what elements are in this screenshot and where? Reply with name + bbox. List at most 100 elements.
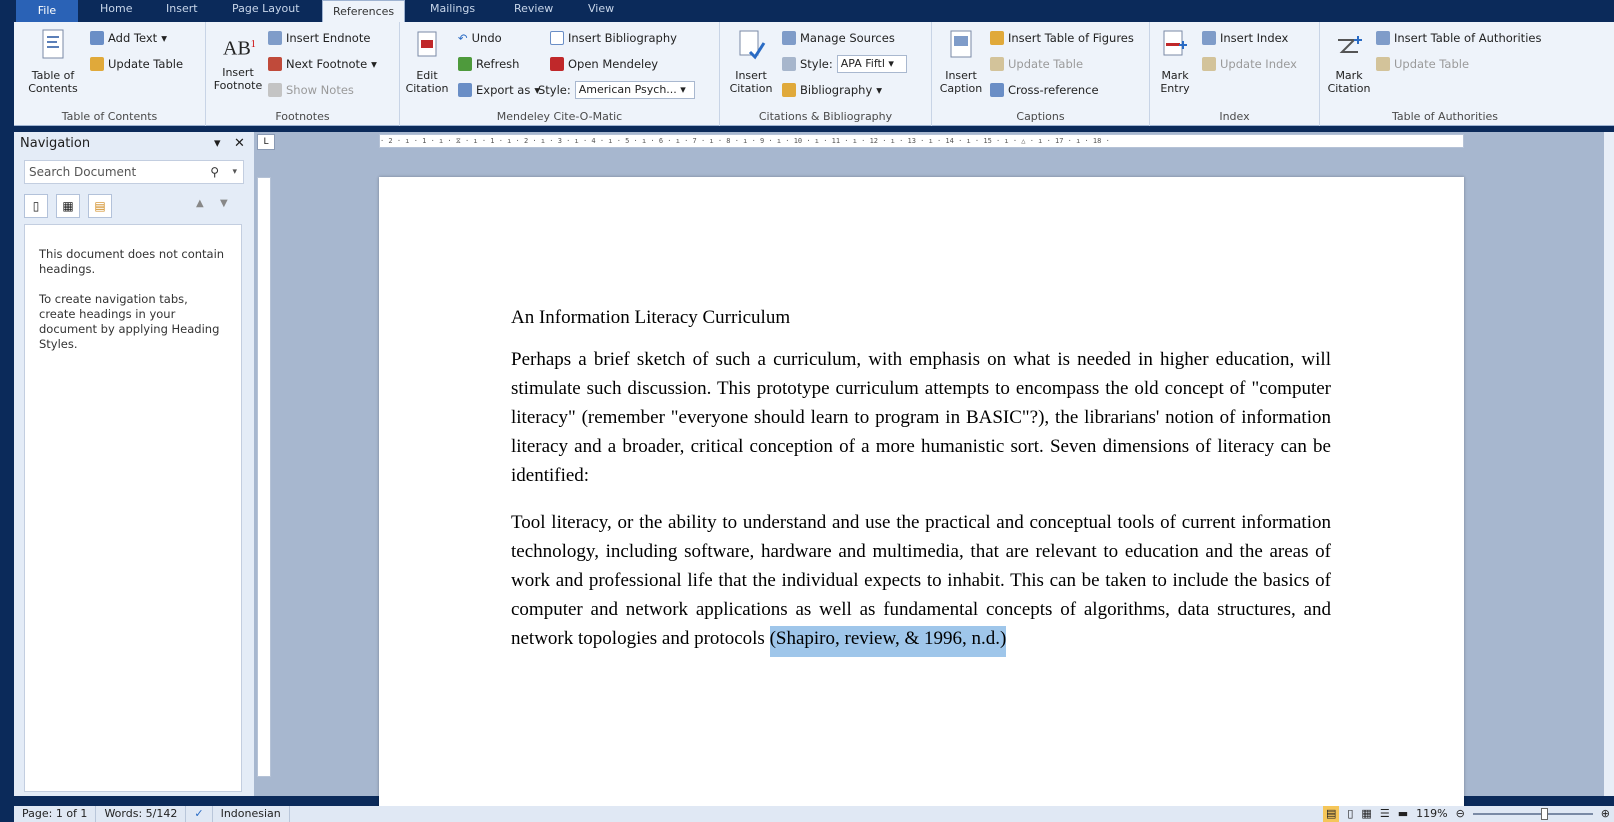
navigation-pane: Navigation ▾ ✕ Search Document ⚲ ▾ ▯ ▦ ▤… — [14, 132, 254, 796]
pane-menu-icon[interactable]: ▾ — [214, 132, 234, 156]
insert-caption-icon — [950, 30, 972, 58]
group-label: Mendeley Cite-O-Matic — [496, 110, 623, 123]
refresh-button[interactable]: Refresh — [458, 54, 519, 74]
update-captions-table-button[interactable]: Update Table — [990, 54, 1083, 74]
tab-view[interactable]: View — [578, 3, 624, 22]
document-workspace: L · 2 · ı · 1 · ı · ⧖ · ı · 1 · ı · 2 · … — [254, 132, 1614, 822]
browse-pages-tab[interactable]: ▦ — [56, 194, 80, 218]
mark-citation-button[interactable]: Mark Citation — [1322, 28, 1376, 95]
close-icon[interactable]: ✕ — [234, 132, 254, 156]
web-layout-view-icon[interactable]: ▦ — [1361, 806, 1371, 822]
previous-result-icon[interactable]: ▲ — [196, 198, 204, 209]
mendeley-style-dropdown[interactable]: American Psych... ▾ — [574, 81, 695, 99]
next-footnote-button[interactable]: Next Footnote ▾ — [268, 54, 377, 74]
mark-citation-icon — [1338, 36, 1362, 53]
citation-style-dropdown[interactable]: APA Fiftl ▾ — [836, 55, 907, 73]
document-page[interactable]: An Information Literacy Curriculum Perha… — [379, 177, 1464, 822]
cross-reference-button[interactable]: Cross-reference — [990, 80, 1099, 100]
vertical-ruler[interactable] — [257, 177, 271, 777]
group-label: Citations & Bibliography — [758, 110, 893, 123]
group-table-of-authorities: Mark Citation Insert Table of Authoritie… — [1320, 22, 1570, 126]
insert-table-of-figures-button[interactable]: Insert Table of Figures — [990, 28, 1134, 48]
style-icon — [782, 57, 796, 71]
print-layout-view-icon[interactable]: ▤ — [1322, 806, 1340, 822]
horizontal-ruler[interactable]: · 2 · ı · 1 · ı · ⧖ · ı · 1 · ı · 2 · ı … — [379, 134, 1464, 148]
export-as-button[interactable]: Export as ▾ — [458, 80, 540, 100]
zoom-slider[interactable] — [1472, 808, 1593, 820]
group-label: Table of Contents — [61, 110, 158, 123]
group-captions: Insert Caption Insert Table of Figures U… — [932, 22, 1150, 126]
show-notes-button[interactable]: Show Notes — [268, 80, 354, 100]
edit-citation-button[interactable]: Edit Citation — [404, 28, 450, 95]
edit-citation-icon — [417, 31, 437, 57]
table-of-contents-button[interactable]: Table of Contents — [18, 28, 88, 95]
document-body[interactable]: An Information Literacy Curriculum Perha… — [511, 307, 1331, 671]
citation-style-selector[interactable]: Style: APA Fiftl ▾ — [782, 54, 907, 74]
search-icon[interactable]: ⚲ — [210, 161, 219, 183]
selected-citation[interactable]: (Shapiro, review, & 1996, n.d.) — [769, 626, 1007, 657]
table-of-authorities-icon — [1376, 31, 1390, 45]
next-result-icon[interactable]: ▼ — [220, 198, 228, 209]
language-indicator[interactable]: Indonesian — [213, 806, 290, 822]
word-count[interactable]: Words: 5/142 — [96, 806, 187, 822]
full-screen-view-icon[interactable]: ▯ — [1347, 806, 1353, 822]
headings-view-icon: ▯ — [32, 199, 40, 213]
pages-view-icon: ▦ — [62, 199, 74, 213]
tab-insert[interactable]: Insert — [156, 3, 208, 22]
ribbon-references: Table of Contents Add Text ▾ Update Tabl… — [14, 22, 1614, 126]
browse-headings-tab[interactable]: ▯ — [24, 194, 48, 218]
insert-citation-icon — [739, 30, 766, 60]
tab-review[interactable]: Review — [504, 3, 563, 22]
insert-citation-button[interactable]: Insert Citation — [724, 28, 778, 95]
update-toa-table-button[interactable]: Update Table — [1376, 54, 1469, 74]
navigation-message: This document does not contain headings.… — [24, 224, 242, 792]
endnote-icon — [268, 31, 282, 45]
zoom-level[interactable]: 119% — [1416, 806, 1447, 822]
manage-sources-button[interactable]: Manage Sources — [782, 28, 895, 48]
paragraph-1: Perhaps a brief sketch of such a curricu… — [511, 349, 1331, 486]
insert-caption-button[interactable]: Insert Caption — [936, 28, 986, 95]
navigation-title-bar: Navigation ▾ ✕ — [14, 132, 254, 156]
zoom-in-icon[interactable]: ⊕ — [1601, 806, 1610, 822]
zoom-slider-thumb[interactable] — [1540, 808, 1548, 820]
zoom-out-icon[interactable]: ⊖ — [1456, 806, 1465, 822]
export-icon — [458, 83, 472, 97]
open-mendeley-button[interactable]: Open Mendeley — [550, 54, 658, 74]
group-label: Footnotes — [275, 110, 330, 123]
proofing-icon[interactable]: ✓ — [186, 806, 213, 822]
next-footnote-icon — [268, 57, 282, 71]
update-table-icon — [1376, 57, 1390, 71]
status-right-controls: ▤ ▯ ▦ ☰ ▬ 119% ⊖ ⊕ — [1322, 806, 1610, 822]
insert-footnote-button[interactable]: AB1 Insert Footnote — [210, 28, 266, 92]
search-document-input[interactable]: Search Document ⚲ ▾ — [24, 160, 244, 184]
add-text-button[interactable]: Add Text ▾ — [90, 28, 167, 48]
ribbon-tab-bar: File Home Insert Page Layout References … — [0, 0, 1614, 22]
no-headings-message: This document does not contain headings. — [39, 247, 225, 276]
undo-button[interactable]: ↶ Undo — [458, 28, 502, 48]
tab-selector[interactable]: L — [257, 134, 275, 150]
mark-entry-button[interactable]: Mark Entry — [1152, 28, 1198, 95]
insert-endnote-button[interactable]: Insert Endnote — [268, 28, 370, 48]
table-of-contents-icon — [42, 29, 64, 59]
insert-index-button[interactable]: Insert Index — [1202, 28, 1288, 48]
tab-mailings[interactable]: Mailings — [420, 3, 485, 22]
vertical-scrollbar[interactable] — [1604, 132, 1614, 796]
tab-page-layout[interactable]: Page Layout — [222, 3, 310, 22]
update-table-icon — [90, 57, 104, 71]
outline-view-icon[interactable]: ☰ — [1380, 806, 1390, 822]
tab-home[interactable]: Home — [90, 3, 142, 22]
refresh-icon — [458, 57, 472, 71]
tab-file[interactable]: File — [16, 0, 78, 22]
insert-index-icon — [1202, 31, 1216, 45]
tab-references[interactable]: References — [322, 0, 406, 22]
draft-view-icon[interactable]: ▬ — [1398, 806, 1408, 822]
insert-bibliography-button[interactable]: Insert Bibliography — [550, 28, 677, 48]
search-options-icon[interactable]: ▾ — [232, 161, 237, 183]
mendeley-style-selector[interactable]: Style: American Psych... ▾ — [538, 80, 695, 100]
browse-results-tab[interactable]: ▤ — [88, 194, 112, 218]
bibliography-button[interactable]: Bibliography ▾ — [782, 80, 882, 100]
page-count[interactable]: Page: 1 of 1 — [14, 806, 97, 822]
update-table-button[interactable]: Update Table — [90, 54, 183, 74]
insert-table-of-authorities-button[interactable]: Insert Table of Authorities — [1376, 28, 1541, 48]
update-index-button[interactable]: Update Index — [1202, 54, 1297, 74]
